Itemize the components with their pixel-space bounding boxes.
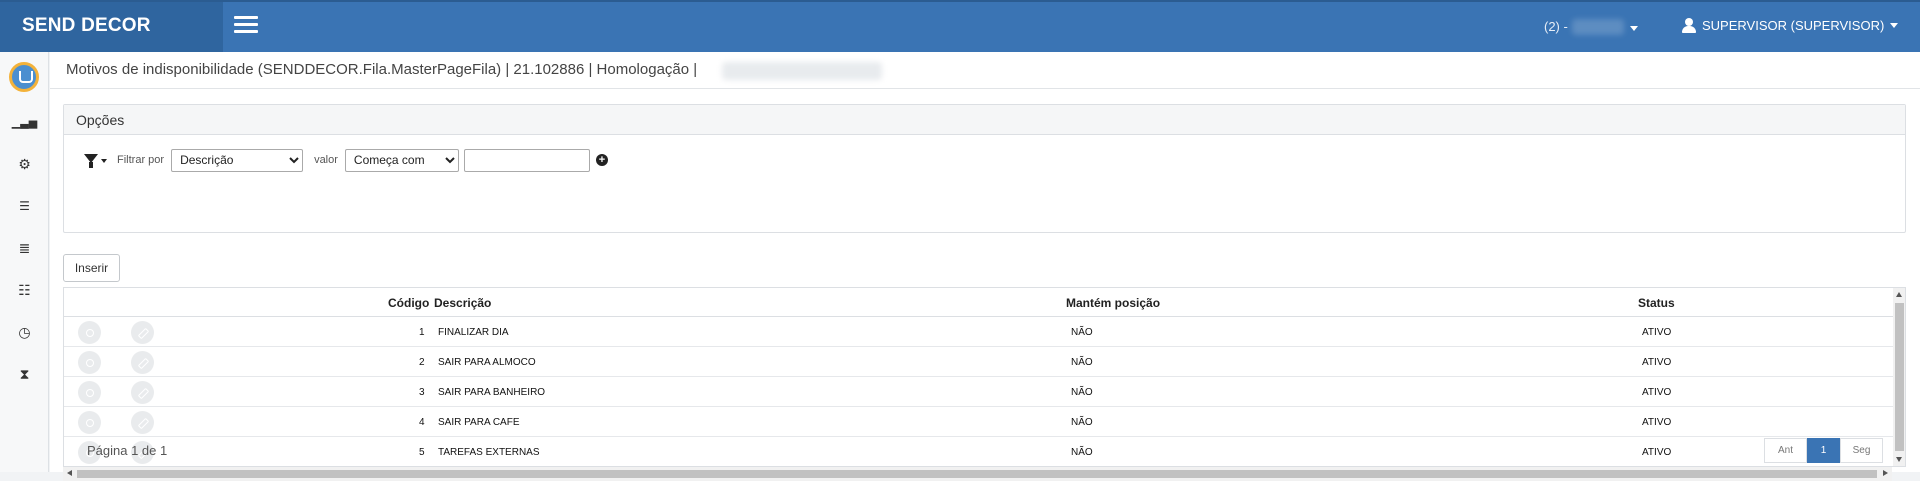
- filter-field-select[interactable]: Descrição: [171, 148, 304, 172]
- cell-codigo: 4: [419, 417, 425, 428]
- page-title: Motivos de indisponibilidade (SENDDECOR.…: [66, 61, 698, 78]
- comparison-select[interactable]: Começa com: [344, 148, 459, 172]
- table-row[interactable]: 4 SAIR PARA CAFE NÃO ATIVO: [64, 407, 1893, 437]
- value-label: valor: [314, 154, 338, 166]
- sidebar-item-adjustments[interactable]: ☰: [0, 188, 49, 224]
- cell-mantem-posicao: NÃO: [1071, 417, 1093, 428]
- title-redacted: [722, 62, 882, 80]
- vertical-scroll-thumb[interactable]: [1895, 303, 1904, 451]
- top-header: SEND DECOR (2) - SUPERVISOR (SUPERVISOR): [0, 0, 1920, 52]
- branch-name-redacted: [1572, 19, 1624, 35]
- gears-icon: ⚙: [18, 155, 31, 172]
- brand-name: SEND DECOR: [22, 15, 151, 36]
- list-icon: ☷: [18, 281, 31, 298]
- previous-page-button[interactable]: Ant: [1764, 438, 1807, 463]
- cell-mantem-posicao: NÃO: [1071, 387, 1093, 398]
- horizontal-scrollbar[interactable]: [63, 467, 1892, 481]
- scroll-left-icon[interactable]: [67, 470, 72, 476]
- cell-status: ATIVO: [1642, 327, 1672, 338]
- insert-button[interactable]: Inserir: [63, 254, 120, 282]
- cell-codigo: 3: [419, 387, 425, 398]
- user-menu[interactable]: SUPERVISOR (SUPERVISOR): [1682, 18, 1899, 33]
- filter-icon[interactable]: [84, 152, 107, 168]
- view-icon[interactable]: [78, 321, 101, 344]
- user-icon: [1682, 18, 1696, 33]
- pagination: Ant 1 Seg: [1764, 438, 1883, 463]
- cell-descricao: SAIR PARA CAFE: [438, 417, 520, 428]
- column-header-mantem-posicao[interactable]: Mantém posição: [1066, 296, 1160, 310]
- column-header-descricao[interactable]: Descrição: [434, 296, 491, 310]
- branch-selector[interactable]: (2) -: [1544, 19, 1568, 34]
- table-row[interactable]: 2 SAIR PARA ALMOCO NÃO ATIVO: [64, 347, 1893, 377]
- view-icon[interactable]: [78, 381, 101, 404]
- grid-header: Código Descrição Mantém posição Status: [64, 288, 1893, 317]
- user-name: SUPERVISOR (SUPERVISOR): [1702, 18, 1885, 33]
- next-page-button[interactable]: Seg: [1840, 438, 1883, 463]
- cell-status: ATIVO: [1642, 447, 1672, 458]
- sidebar: ▁▃▅ ⚙ ☰ ≣ ☷ ◷ ⧗: [0, 52, 49, 472]
- brand-logo[interactable]: SEND DECOR: [0, 2, 223, 52]
- filter-by-label: Filtrar por: [117, 154, 165, 166]
- column-header-codigo[interactable]: Código: [388, 296, 429, 310]
- main-content: Motivos de indisponibilidade (SENDDECOR.…: [50, 52, 1920, 481]
- title-divider: [50, 88, 1920, 89]
- scroll-right-icon[interactable]: [1883, 470, 1888, 476]
- scroll-up-icon[interactable]: [1896, 292, 1902, 297]
- view-icon[interactable]: [78, 351, 101, 374]
- options-title: Opções: [64, 105, 1905, 135]
- edit-icon[interactable]: [131, 351, 154, 374]
- hourglass-icon: ⧗: [19, 365, 30, 382]
- view-icon[interactable]: [78, 411, 101, 434]
- chart-icon: ▁▃▅: [11, 116, 38, 129]
- filter-value-input[interactable]: [463, 148, 590, 172]
- app-logo-icon[interactable]: [9, 62, 39, 92]
- cell-codigo: 2: [419, 357, 425, 368]
- add-filter-icon[interactable]: +: [595, 154, 608, 166]
- sidebar-item-list[interactable]: ☷: [0, 272, 49, 308]
- cell-mantem-posicao: NÃO: [1071, 327, 1093, 338]
- cell-descricao: SAIR PARA BANHEIRO: [438, 387, 546, 398]
- edit-icon[interactable]: [131, 381, 154, 404]
- cell-status: ATIVO: [1642, 417, 1672, 428]
- current-page-button[interactable]: 1: [1807, 438, 1840, 463]
- cell-mantem-posicao: NÃO: [1071, 357, 1093, 368]
- cell-descricao: SAIR PARA ALMOCO: [438, 357, 536, 368]
- menu-toggle-icon[interactable]: [234, 16, 258, 36]
- cell-descricao: TAREFAS EXTERNAS: [438, 447, 540, 458]
- data-grid: Código Descrição Mantém posição Status 1…: [63, 287, 1906, 467]
- user-caret-down-icon: [1890, 23, 1899, 28]
- options-panel: Opções Filtrar por Descrição valor Começ…: [63, 104, 1906, 233]
- filter-row: Filtrar por Descrição valor Começa com +: [64, 147, 608, 173]
- vertical-scrollbar[interactable]: [1893, 288, 1905, 466]
- cell-codigo: 5: [419, 447, 425, 458]
- table-row[interactable]: 1 FINALIZAR DIA NÃO ATIVO: [64, 317, 1893, 347]
- horizontal-scroll-thumb[interactable]: [77, 470, 1877, 478]
- cell-status: ATIVO: [1642, 387, 1672, 398]
- branch-caret-down-icon[interactable]: [1630, 26, 1638, 31]
- column-header-status[interactable]: Status: [1638, 296, 1675, 310]
- sidebar-item-history[interactable]: ◷: [0, 314, 49, 350]
- cell-codigo: 1: [419, 327, 425, 338]
- cell-descricao: FINALIZAR DIA: [438, 327, 509, 338]
- sliders-icon: ☰: [19, 199, 30, 213]
- sidebar-item-reports[interactable]: ▁▃▅: [0, 104, 49, 140]
- sidebar-item-settings[interactable]: ⚙: [0, 146, 49, 182]
- clock-icon: ◷: [18, 323, 31, 340]
- edit-icon[interactable]: [131, 321, 154, 344]
- ordered-list-icon: ≣: [18, 239, 31, 256]
- scroll-down-icon[interactable]: [1896, 457, 1902, 462]
- page-info: Página 1 de 1: [87, 443, 168, 458]
- cell-mantem-posicao: NÃO: [1071, 447, 1093, 458]
- table-row[interactable]: 3 SAIR PARA BANHEIRO NÃO ATIVO: [64, 377, 1893, 407]
- table-row[interactable]: 5 TAREFAS EXTERNAS NÃO ATIVO: [64, 437, 1893, 466]
- cell-status: ATIVO: [1642, 357, 1672, 368]
- sidebar-item-ordered-list[interactable]: ≣: [0, 230, 49, 266]
- edit-icon[interactable]: [131, 411, 154, 434]
- sidebar-item-queue[interactable]: ⧗: [0, 356, 49, 392]
